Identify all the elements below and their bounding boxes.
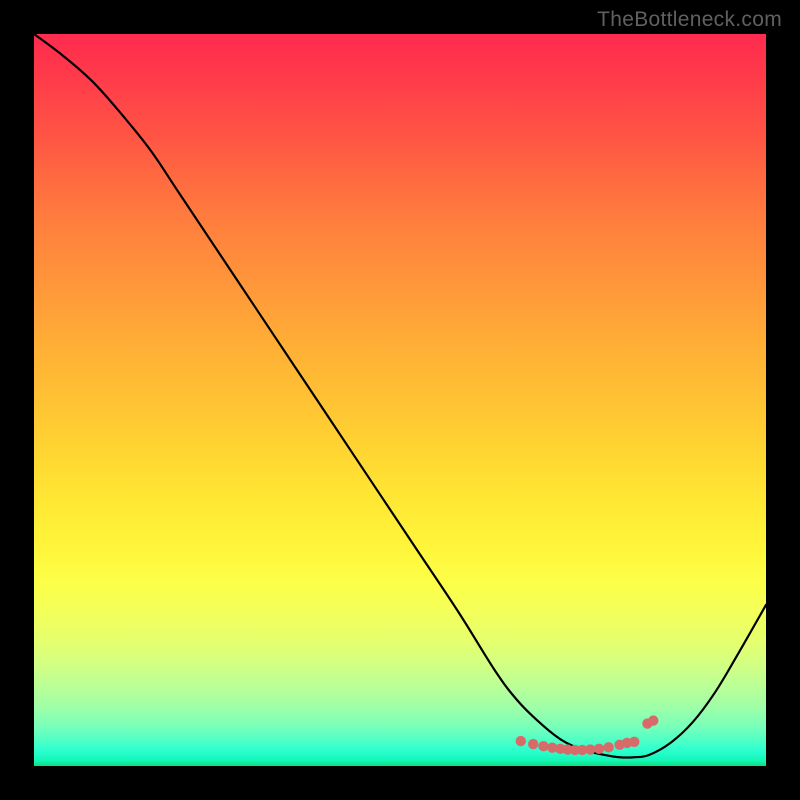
marker-dot: [594, 744, 604, 754]
chart-svg: [34, 34, 766, 766]
marker-dot: [603, 742, 613, 752]
marker-dot: [528, 739, 538, 749]
marker-dot: [516, 736, 526, 746]
marker-dot: [538, 741, 548, 751]
marker-dot: [629, 737, 639, 747]
marker-dot: [648, 715, 658, 725]
watermark-text: TheBottleneck.com: [597, 8, 782, 32]
bottleneck-curve: [34, 34, 766, 758]
